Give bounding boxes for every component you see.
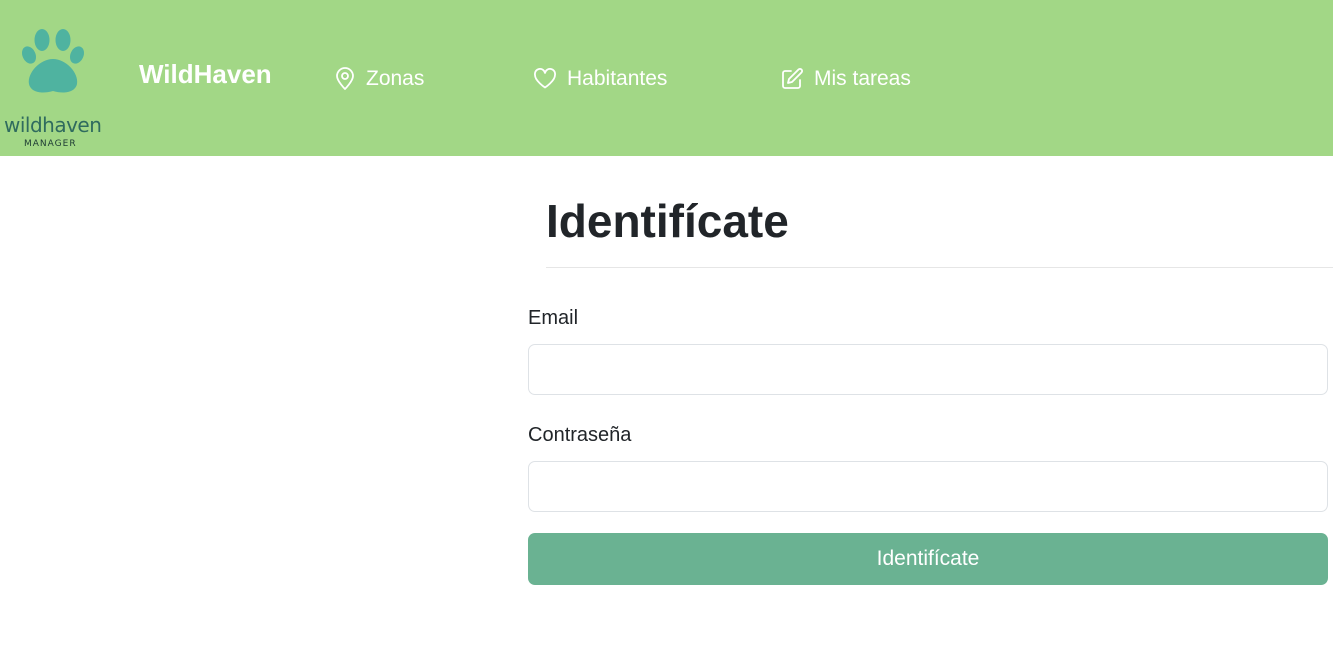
logo[interactable]: wildhaven MANAGER (0, 20, 110, 149)
navbar: wildhaven MANAGER WildHaven Zonas Habita… (0, 0, 1333, 156)
page-title: Identifícate (546, 195, 789, 247)
password-field[interactable] (528, 461, 1328, 512)
email-field[interactable] (528, 344, 1328, 395)
nav-item-zonas[interactable]: Zonas (334, 62, 424, 96)
edit-icon (782, 68, 803, 89)
nav-item-label: Habitantes (567, 67, 668, 90)
nav-item-label: Mis tareas (814, 67, 911, 90)
logo-wordmark: wildhaven (4, 113, 102, 137)
nav-item-habitantes[interactable]: Habitantes (533, 62, 667, 96)
nav-item-mis-tareas[interactable]: Mis tareas (780, 62, 911, 96)
map-pin-icon (336, 67, 354, 90)
password-label: Contraseña (528, 424, 632, 446)
email-label: Email (528, 307, 579, 329)
paw-icon (21, 29, 85, 93)
nav-item-label: Zonas (366, 67, 425, 90)
brand-name[interactable]: WildHaven (139, 56, 272, 92)
logo-subtitle: MANAGER (24, 139, 77, 149)
login-button[interactable]: Identifícate (528, 533, 1328, 585)
heart-icon (534, 68, 556, 89)
title-divider (546, 267, 1333, 268)
